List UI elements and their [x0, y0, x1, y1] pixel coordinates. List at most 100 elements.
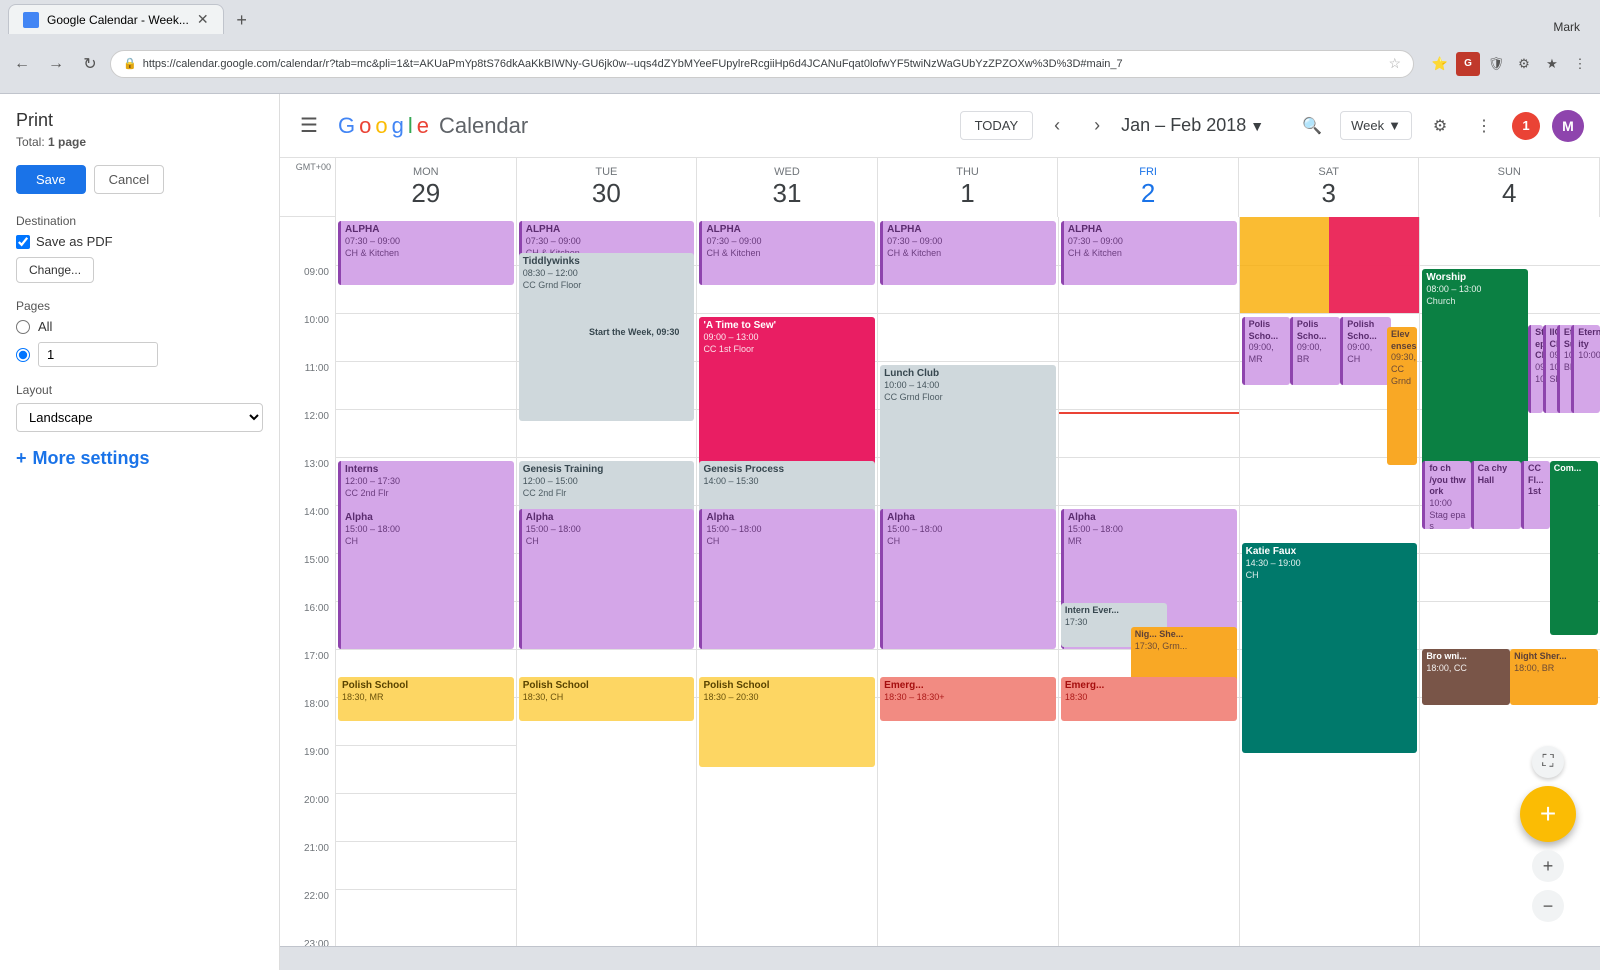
new-tab-button[interactable]: + — [228, 6, 256, 34]
next-button[interactable]: › — [1081, 110, 1113, 142]
event-wed-alpha[interactable]: ALPHA 07:30 – 09:00 CH & Kitchen — [699, 221, 875, 285]
event-sat-polish2[interactable]: Polis Scho... 09:00, BR — [1290, 317, 1340, 385]
event-sun-night[interactable]: Night Sher... 18:00, BR — [1510, 649, 1598, 705]
more-settings-button[interactable]: + More settings — [16, 448, 263, 469]
day-header-mon: MON 29 — [336, 158, 517, 217]
layout-select[interactable]: Landscape — [16, 403, 263, 432]
pages-all-label: All — [38, 319, 52, 334]
grid-body: 09:00 10:00 11:00 12:00 13:00 14:00 15:0… — [280, 217, 1600, 970]
event-sun-step[interactable]: St ep Ch... 09:30, 10... — [1528, 325, 1542, 413]
address-bar[interactable]: 🔒 https://calendar.google.com/calendar/r… — [110, 50, 1414, 78]
event-wed-polish[interactable]: Polish School 18:30 – 20:30 — [699, 677, 875, 767]
event-sun-com[interactable]: Com... — [1550, 461, 1598, 635]
event-mon-alpha2[interactable]: Alpha 15:00 – 18:00 CH — [338, 509, 514, 649]
page-number-input[interactable] — [38, 342, 158, 367]
notification-badge[interactable]: 1 — [1512, 112, 1540, 140]
event-sun-etern[interactable]: Etern ity 10:00 — [1571, 325, 1600, 413]
user-avatar[interactable]: M — [1552, 110, 1584, 142]
now-line — [1059, 412, 1239, 414]
logo-google-g: G — [338, 113, 355, 139]
day-col-thu[interactable]: ALPHA 07:30 – 09:00 CH & Kitchen Lunch C… — [878, 217, 1059, 970]
extension-icon-3[interactable]: ⚙ — [1512, 52, 1536, 76]
event-wed-alpha2[interactable]: Alpha 15:00 – 18:00 CH — [699, 509, 875, 649]
event-tue-polish[interactable]: Polish School 18:30, CH — [519, 677, 695, 721]
day-col-sat[interactable]: Polis Scho... 09:00, MR Polis Scho... 09… — [1240, 217, 1421, 970]
extension-icon-2[interactable]: 🛡 — [1484, 52, 1508, 76]
event-sat-polish1[interactable]: Polis Scho... 09:00, MR — [1242, 317, 1290, 385]
apps-icon[interactable]: ⋮ — [1468, 110, 1500, 142]
settings-icon[interactable]: ⚙ — [1424, 110, 1456, 142]
dropdown-arrow: ▼ — [1388, 118, 1401, 133]
event-mon-polish[interactable]: Polish School 18:30, MR — [338, 677, 514, 721]
prev-button[interactable]: ‹ — [1041, 110, 1073, 142]
event-fri-alpha[interactable]: ALPHA 07:30 – 09:00 CH & Kitchen — [1061, 221, 1237, 285]
logo-g2: g — [392, 113, 404, 139]
zoom-expand-button[interactable]: ⛶ — [1532, 746, 1564, 778]
forward-button[interactable]: → — [42, 50, 70, 78]
event-thu-alpha[interactable]: ALPHA 07:30 – 09:00 CH & Kitchen — [880, 221, 1056, 285]
event-mon-alpha[interactable]: ALPHA 07:30 – 09:00 CH & Kitchen — [338, 221, 514, 285]
pages-all-radio[interactable] — [16, 320, 30, 334]
save-button[interactable]: Save — [16, 165, 86, 194]
cancel-button[interactable]: Cancel — [94, 165, 164, 194]
event-sat-katie[interactable]: Katie Faux 14:30 – 19:00 CH — [1242, 543, 1418, 753]
extension-icon-1[interactable]: G — [1456, 52, 1480, 76]
layout-label: Layout — [16, 383, 263, 397]
bookmark-icon[interactable]: ⭐ — [1428, 52, 1452, 76]
event-sat-elev[interactable]: Elev enses 09:30, CC Grnd — [1387, 327, 1417, 465]
hamburger-menu[interactable]: ☰ — [296, 109, 322, 142]
event-sun-fo[interactable]: fo ch /you thw ork 10:00 Stag epa s — [1422, 461, 1470, 529]
back-button[interactable]: ← — [8, 50, 36, 78]
zoom-out-button[interactable]: − — [1532, 890, 1564, 922]
calendar-nav: TODAY ‹ › Jan – Feb 2018 ▼ — [960, 110, 1265, 142]
event-sun-browni[interactable]: Bro wni... 18:00, CC — [1422, 649, 1510, 705]
event-sun-ca[interactable]: Ca chy Hall — [1471, 461, 1521, 529]
browser-toolbar: ⭐ G 🛡 ⚙ ★ ⋮ — [1428, 52, 1592, 76]
logo-l: l — [408, 113, 413, 139]
event-fri-emerg[interactable]: Emerg... 18:30 — [1061, 677, 1237, 721]
more-settings-icon: + — [16, 448, 27, 469]
print-panel: Print Total: 1 page Save Cancel Destinat… — [0, 94, 280, 970]
day-col-fri[interactable]: ALPHA 07:30 – 09:00 CH & Kitchen Alpha 1… — [1059, 217, 1240, 970]
print-title: Print — [16, 110, 263, 131]
event-thu-alpha2[interactable]: Alpha 15:00 – 18:00 CH — [880, 509, 1056, 649]
tab-title: Google Calendar - Week... — [47, 13, 189, 27]
refresh-button[interactable]: ↻ — [76, 50, 104, 78]
date-range[interactable]: Jan – Feb 2018 ▼ — [1121, 115, 1264, 136]
day-header-tue: TUE 30 — [517, 158, 698, 217]
create-event-fab[interactable]: + — [1520, 786, 1576, 842]
star-icon[interactable]: ☆ — [1388, 55, 1401, 72]
sat-pink-block — [1329, 217, 1419, 313]
calendar-grid: GMT+00 MON 29 TUE 30 WED 31 — [280, 158, 1600, 970]
logo-o1: o — [359, 113, 371, 139]
extension-icon-4[interactable]: ★ — [1540, 52, 1564, 76]
event-sat-polish3[interactable]: Polish Scho... 09:00, CH — [1340, 317, 1390, 385]
logo-calendar-text: Calendar — [439, 113, 528, 139]
close-tab-icon[interactable]: ✕ — [197, 11, 209, 28]
event-tue-alpha2[interactable]: Alpha 15:00 – 18:00 CH — [519, 509, 695, 649]
zoom-in-button[interactable]: + — [1532, 850, 1564, 882]
event-tue-start-week[interactable]: Start the Week, 09:30 — [585, 325, 694, 361]
calendar-area: ☰ G o o g l e Calendar TODAY ‹ › Jan – F… — [280, 94, 1600, 970]
event-thu-emerg[interactable]: Emerg... 18:30 – 18:30+ — [880, 677, 1056, 721]
today-button[interactable]: TODAY — [960, 111, 1034, 140]
day-col-mon[interactable]: ALPHA 07:30 – 09:00 CH & Kitchen Interns… — [336, 217, 517, 970]
event-sun-cc[interactable]: CC Fl... 1st — [1521, 461, 1550, 529]
save-as-pdf-label: Save as PDF — [36, 234, 113, 249]
calendar-actions: 🔍 Week ▼ ⚙ ⋮ 1 M — [1296, 110, 1584, 142]
user-label: Mark — [1541, 20, 1592, 34]
pages-custom-radio[interactable] — [16, 348, 30, 362]
browser-tab[interactable]: Google Calendar - Week... ✕ — [8, 4, 224, 34]
week-view-button[interactable]: Week ▼ — [1340, 111, 1412, 140]
menu-icon[interactable]: ⋮ — [1568, 52, 1592, 76]
day-col-tue[interactable]: ALPHA 07:30 – 09:00 CH & Kitchen Tiddlyw… — [517, 217, 698, 970]
search-icon[interactable]: 🔍 — [1296, 110, 1328, 142]
print-total: Total: 1 page — [16, 135, 263, 149]
url-text: https://calendar.google.com/calendar/r?t… — [143, 58, 1123, 70]
event-fri-night[interactable]: Nig... She... 17:30, Grm... — [1131, 627, 1237, 683]
save-as-pdf-checkbox[interactable] — [16, 235, 30, 249]
day-header-wed: WED 31 — [697, 158, 878, 217]
day-header-thu: THU 1 — [878, 158, 1059, 217]
day-col-wed[interactable]: ALPHA 07:30 – 09:00 CH & Kitchen 'A Time… — [697, 217, 878, 970]
change-button[interactable]: Change... — [16, 257, 94, 283]
